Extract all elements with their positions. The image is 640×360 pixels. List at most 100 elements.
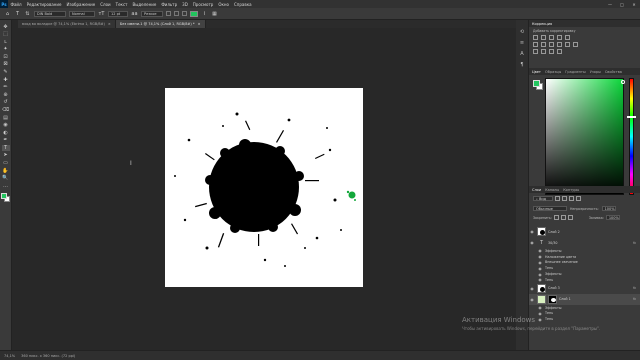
- close-tab-icon[interactable]: ×: [198, 22, 201, 26]
- close-button[interactable]: ✕: [628, 0, 640, 8]
- color-lookup-icon[interactable]: [573, 42, 578, 47]
- color-picker-field[interactable]: [545, 78, 624, 195]
- maximize-button[interactable]: □: [616, 0, 628, 8]
- close-tab-icon[interactable]: ×: [108, 22, 111, 26]
- foreground-color-swatch[interactable]: [1, 193, 7, 200]
- type-tool-preset-icon[interactable]: T: [14, 10, 21, 17]
- menu-item[interactable]: Окно: [216, 2, 232, 7]
- clone-stamp-icon[interactable]: ⊕: [2, 92, 10, 98]
- warp-text-icon[interactable]: ⌇: [201, 10, 208, 17]
- filter-type-icon[interactable]: [569, 196, 574, 201]
- eye-icon[interactable]: ◉: [537, 277, 543, 282]
- hand-tool-icon[interactable]: ✋: [2, 168, 10, 174]
- menu-item[interactable]: Файл: [8, 2, 24, 7]
- color-swatches[interactable]: [1, 193, 10, 203]
- eye-icon[interactable]: ◉: [529, 240, 535, 245]
- font-size-select[interactable]: 12 pt: [108, 10, 128, 17]
- character-panel-icon[interactable]: ▦: [211, 10, 218, 17]
- move-tool-icon[interactable]: ✥: [2, 24, 10, 30]
- marquee-tool-icon[interactable]: ⬚: [2, 32, 10, 38]
- layer-filter-select[interactable]: ⌕ Вид: [533, 196, 553, 201]
- home-icon[interactable]: ⌂: [4, 10, 11, 17]
- layer-row[interactable]: ◉ Слой 1 fx: [529, 293, 640, 305]
- tab-properties[interactable]: Свойства: [605, 70, 622, 74]
- tab-patterns[interactable]: Узоры: [590, 70, 601, 74]
- antialias-select[interactable]: Резкое: [141, 10, 163, 17]
- black-white-icon[interactable]: [549, 42, 554, 47]
- brush-tool-icon[interactable]: ✏: [2, 85, 10, 91]
- menu-item[interactable]: Фильтр: [159, 2, 180, 7]
- eyedropper-icon[interactable]: ✎: [2, 69, 10, 75]
- align-left-button[interactable]: [166, 11, 171, 16]
- eye-icon[interactable]: ◉: [529, 297, 535, 302]
- lock-position-icon[interactable]: [560, 215, 566, 220]
- properties-panel-icon[interactable]: ≡: [519, 39, 526, 46]
- fx-icon[interactable]: fx: [633, 241, 636, 245]
- minimize-button[interactable]: —: [604, 0, 616, 8]
- history-panel-icon[interactable]: ⟲: [519, 28, 526, 35]
- gradient-tool-icon[interactable]: ▤: [2, 115, 10, 121]
- blur-tool-icon[interactable]: ◉: [2, 123, 10, 129]
- hue-slider[interactable]: [629, 78, 634, 195]
- magic-wand-icon[interactable]: ✦: [2, 47, 10, 53]
- shape-tool-icon[interactable]: ▭: [2, 160, 10, 166]
- menu-item[interactable]: Просмотр: [190, 2, 216, 7]
- filter-pixel-icon[interactable]: [555, 196, 560, 201]
- menu-item[interactable]: Слои: [98, 2, 113, 7]
- eraser-icon[interactable]: ⌫: [2, 107, 10, 113]
- layer-row[interactable]: ◉ Слой 3 fx: [529, 283, 640, 294]
- posterize-icon[interactable]: [541, 49, 546, 54]
- eye-icon[interactable]: ◉: [537, 260, 543, 265]
- tab-paths[interactable]: Контуры: [563, 188, 579, 192]
- menu-item[interactable]: Редактирование: [24, 2, 64, 7]
- filter-shape-icon[interactable]: [576, 196, 581, 201]
- path-select-icon[interactable]: ➤: [2, 153, 10, 159]
- eye-icon[interactable]: ◉: [537, 272, 543, 277]
- tab-channels[interactable]: Каналы: [545, 188, 559, 192]
- font-family-select[interactable]: DIN Bold: [34, 10, 66, 17]
- zoom-level[interactable]: 74,1%: [4, 354, 15, 358]
- zoom-tool-icon[interactable]: 🔍: [2, 176, 10, 182]
- color-picker-marker[interactable]: [621, 80, 625, 84]
- invert-icon[interactable]: [533, 49, 538, 54]
- type-tool-icon[interactable]: T: [1, 145, 10, 152]
- lock-all-icon[interactable]: [567, 215, 573, 220]
- opacity-input[interactable]: 100%: [601, 206, 616, 211]
- eye-icon[interactable]: ◉: [537, 254, 543, 259]
- menu-item[interactable]: Изображение: [64, 2, 98, 7]
- character-panel-icon[interactable]: A: [519, 50, 526, 57]
- blend-mode-select[interactable]: Обычные: [533, 206, 567, 211]
- lasso-tool-icon[interactable]: ʟ: [2, 39, 10, 45]
- threshold-icon[interactable]: [549, 49, 554, 54]
- panel-foreground-swatch[interactable]: [533, 80, 540, 87]
- dodge-tool-icon[interactable]: ◐: [2, 130, 10, 136]
- pen-tool-icon[interactable]: ✒: [2, 138, 10, 144]
- tab-adjustments[interactable]: Коррекция: [532, 22, 552, 26]
- tab-document-2[interactable]: Без имени-1 @ 74,1% (Слой 1, RGB/8#) * ×: [115, 20, 206, 28]
- vibrance-icon[interactable]: [565, 35, 570, 40]
- menu-item[interactable]: Текст: [113, 2, 130, 7]
- menu-item[interactable]: 3D: [180, 2, 191, 7]
- text-orientation-icon[interactable]: ⇅: [24, 10, 31, 17]
- frame-tool-icon[interactable]: ⊠: [2, 62, 10, 68]
- tab-document-1[interactable]: вход во вкладке @ 74,1% (Ebrima 1, RGB/8…: [18, 20, 116, 28]
- menu-item[interactable]: Справка: [231, 2, 254, 7]
- crop-tool-icon[interactable]: ⊡: [2, 54, 10, 60]
- eye-icon[interactable]: ◉: [529, 229, 535, 234]
- channel-mixer-icon[interactable]: [565, 42, 570, 47]
- hue-slider-handle[interactable]: [627, 116, 636, 118]
- document-canvas[interactable]: [165, 88, 363, 287]
- tab-color[interactable]: Цвет: [532, 70, 541, 74]
- paragraph-panel-icon[interactable]: ¶: [519, 61, 526, 68]
- font-style-select[interactable]: Normal: [69, 10, 95, 17]
- layer-row[interactable]: ◉ T 30/30 fx: [529, 237, 640, 248]
- fx-icon[interactable]: fx: [633, 297, 636, 301]
- curves-icon[interactable]: [549, 35, 554, 40]
- exposure-icon[interactable]: [557, 35, 562, 40]
- eye-icon[interactable]: ◉: [537, 266, 543, 271]
- eye-icon[interactable]: ◉: [537, 305, 543, 310]
- history-brush-icon[interactable]: ↺: [2, 100, 10, 106]
- panel-color-swatches[interactable]: [533, 80, 543, 90]
- align-right-button[interactable]: [182, 11, 187, 16]
- tab-layers[interactable]: Слои: [532, 188, 541, 192]
